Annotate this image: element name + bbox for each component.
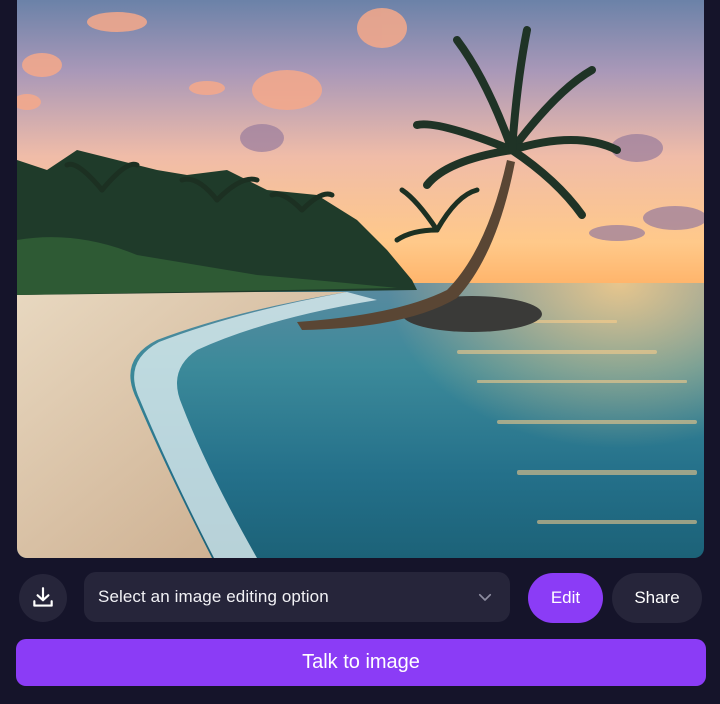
talk-to-image-button[interactable]: Talk to image	[16, 639, 706, 686]
image-toolbar: Select an image editing option Edit Shar…	[0, 570, 720, 626]
chevron-down-icon	[478, 593, 492, 601]
share-button[interactable]: Share	[612, 573, 702, 623]
download-button[interactable]	[19, 574, 67, 622]
editing-option-select[interactable]: Select an image editing option	[84, 572, 510, 622]
edit-button[interactable]: Edit	[528, 573, 603, 623]
select-placeholder: Select an image editing option	[98, 587, 329, 606]
download-icon	[33, 587, 53, 607]
generated-image	[17, 0, 704, 558]
